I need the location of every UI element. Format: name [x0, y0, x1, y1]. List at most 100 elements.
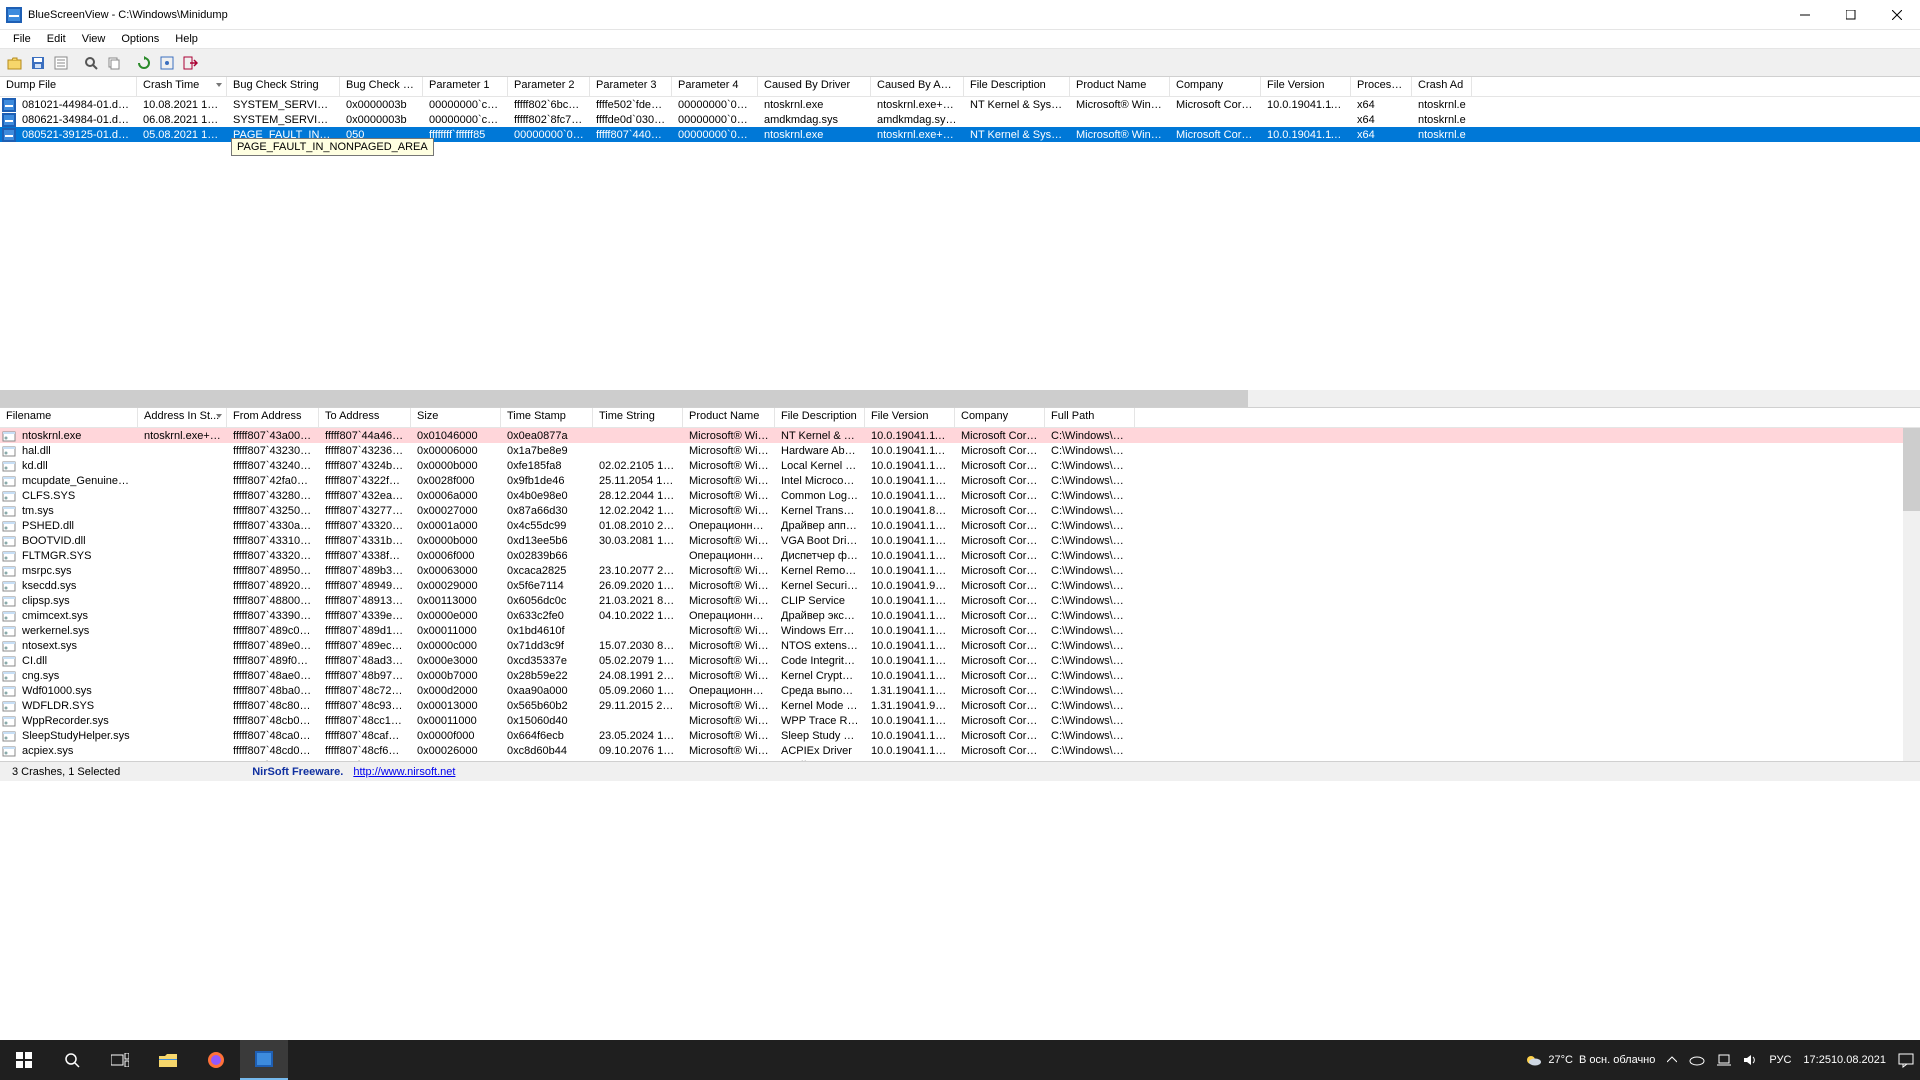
- driver-row[interactable]: SleepStudyHelper.sysfffff807`48ca0000fff…: [0, 728, 1920, 743]
- menu-help[interactable]: Help: [168, 32, 205, 46]
- tool-copy-icon[interactable]: [103, 52, 125, 74]
- crash-col-3[interactable]: Bug Check Code: [340, 77, 423, 96]
- tray-chevron-icon[interactable]: [1661, 1040, 1683, 1080]
- minimize-button[interactable]: [1782, 0, 1828, 30]
- close-button[interactable]: [1874, 0, 1920, 30]
- driver-row[interactable]: cng.sysfffff807`48ae0000fffff807`48b9700…: [0, 668, 1920, 683]
- explorer-button[interactable]: [144, 1040, 192, 1080]
- driver-col-6[interactable]: Time String: [593, 408, 683, 427]
- driver-col-11[interactable]: Full Path: [1045, 408, 1135, 427]
- firefox-button[interactable]: [192, 1040, 240, 1080]
- crash-col-5[interactable]: Parameter 2: [508, 77, 590, 96]
- driver-col-0[interactable]: Filename: [0, 408, 138, 427]
- search-button[interactable]: [48, 1040, 96, 1080]
- bluescreenview-button[interactable]: [240, 1040, 288, 1080]
- maximize-button[interactable]: [1828, 0, 1874, 30]
- driver-row[interactable]: werkernel.sysfffff807`489c0000fffff807`4…: [0, 623, 1920, 638]
- tray-clock[interactable]: 17:25 10.08.2021: [1797, 1040, 1892, 1080]
- tool-find-icon[interactable]: [80, 52, 102, 74]
- crash-col-4[interactable]: Parameter 1: [423, 77, 508, 96]
- driver-row[interactable]: PSHED.dllfffff807`4330a000fffff807`43320…: [0, 518, 1920, 533]
- tool-save-icon[interactable]: [27, 52, 49, 74]
- driver-col-3[interactable]: To Address: [319, 408, 411, 427]
- driver-row[interactable]: CI.dllfffff807`489f0000fffff807`48ad3000…: [0, 653, 1920, 668]
- tray-onedrive-icon[interactable]: [1683, 1040, 1711, 1080]
- crash-col-7[interactable]: Parameter 4: [672, 77, 758, 96]
- hscrollbar[interactable]: [0, 390, 1920, 407]
- cell: fffff807`4322f000: [319, 475, 411, 487]
- driver-row[interactable]: ntosext.sysfffff807`489e0000fffff807`489…: [0, 638, 1920, 653]
- cell: C:\Windows\syste...: [1045, 640, 1135, 652]
- driver-row[interactable]: Wdf01000.sysfffff807`48ba0000fffff807`48…: [0, 683, 1920, 698]
- driver-row[interactable]: clipsp.sysfffff807`48800000fffff807`4891…: [0, 593, 1920, 608]
- crash-col-14[interactable]: Processor: [1351, 77, 1412, 96]
- cell: 0x00011000: [411, 715, 501, 727]
- driver-row[interactable]: hal.dllfffff807`43230000fffff807`4323600…: [0, 443, 1920, 458]
- start-button[interactable]: [0, 1040, 48, 1080]
- driver-row[interactable]: CLFS.SYSfffff807`43280000fffff807`432ea0…: [0, 488, 1920, 503]
- driver-col-5[interactable]: Time Stamp: [501, 408, 593, 427]
- crash-col-10[interactable]: File Description: [964, 77, 1070, 96]
- titlebar[interactable]: BlueScreenView - C:\Windows\Minidump: [0, 0, 1920, 30]
- driver-col-8[interactable]: File Description: [775, 408, 865, 427]
- driver-row[interactable]: BOOTVID.dllfffff807`43310000fffff807`433…: [0, 533, 1920, 548]
- driver-col-9[interactable]: File Version: [865, 408, 955, 427]
- driver-row[interactable]: kd.dllfffff807`43240000fffff807`4324b000…: [0, 458, 1920, 473]
- menu-options[interactable]: Options: [114, 32, 166, 46]
- tool-refresh-icon[interactable]: [133, 52, 155, 74]
- driver-row[interactable]: msrpc.sysfffff807`48950000fffff807`489b3…: [0, 563, 1920, 578]
- cell: 0x6056dc0c: [501, 595, 593, 607]
- crashes-header[interactable]: Dump FileCrash TimeBug Check StringBug C…: [0, 77, 1920, 97]
- driver-row[interactable]: mssecflt.sysfffff807`48d00000fffff807`48…: [0, 758, 1920, 761]
- tray-network-icon[interactable]: [1711, 1040, 1737, 1080]
- tool-properties-icon[interactable]: [50, 52, 72, 74]
- driver-col-10[interactable]: Company: [955, 408, 1045, 427]
- driver-row[interactable]: tm.sysfffff807`43250000fffff807`43277000…: [0, 503, 1920, 518]
- crash-col-13[interactable]: File Version: [1261, 77, 1351, 96]
- vscrollbar[interactable]: [1903, 428, 1920, 761]
- driver-row[interactable]: WDFLDR.SYSfffff807`48c80000fffff807`48c9…: [0, 698, 1920, 713]
- menu-edit[interactable]: Edit: [40, 32, 73, 46]
- driver-col-7[interactable]: Product Name: [683, 408, 775, 427]
- status-link[interactable]: http://www.nirsoft.net: [353, 766, 455, 778]
- crash-col-2[interactable]: Bug Check String: [227, 77, 340, 96]
- tray-volume-icon[interactable]: [1737, 1040, 1763, 1080]
- crash-col-9[interactable]: Caused By Address: [871, 77, 964, 96]
- crash-col-6[interactable]: Parameter 3: [590, 77, 672, 96]
- crash-row[interactable]: 081021-44984-01.dmp10.08.2021 16:55:35SY…: [0, 97, 1920, 112]
- tool-open-icon[interactable]: [4, 52, 26, 74]
- menu-view[interactable]: View: [75, 32, 113, 46]
- taskview-button[interactable]: [96, 1040, 144, 1080]
- crash-col-11[interactable]: Product Name: [1070, 77, 1170, 96]
- driver-col-1[interactable]: Address In St...: [138, 408, 227, 427]
- driver-row[interactable]: acpiex.sysfffff807`48cd0000fffff807`48cf…: [0, 743, 1920, 758]
- crash-col-8[interactable]: Caused By Driver: [758, 77, 871, 96]
- tray-notifications-icon[interactable]: [1892, 1040, 1920, 1080]
- driver-row[interactable]: ntoskrnl.exentoskrnl.exe+41ecf1fffff807`…: [0, 428, 1920, 443]
- driver-row[interactable]: WppRecorder.sysfffff807`48cb0000fffff807…: [0, 713, 1920, 728]
- driver-col-4[interactable]: Size: [411, 408, 501, 427]
- drivers-body[interactable]: ntoskrnl.exentoskrnl.exe+41ecf1fffff807`…: [0, 428, 1920, 761]
- menu-file[interactable]: File: [6, 32, 38, 46]
- driver-row[interactable]: cmimcext.sysfffff807`43390000fffff807`43…: [0, 608, 1920, 623]
- crash-col-15[interactable]: Crash Ad: [1412, 77, 1472, 96]
- taskbar[interactable]: 27°C В осн. облачно РУС 17:25 10.08.2021: [0, 1040, 1920, 1080]
- weather-widget[interactable]: 27°C В осн. облачно: [1518, 1040, 1661, 1080]
- tool-options-icon[interactable]: [156, 52, 178, 74]
- driver-row[interactable]: FLTMGR.SYSfffff807`43320000fffff807`4338…: [0, 548, 1920, 563]
- cell: 10.08.2021 16:55:35: [137, 99, 227, 111]
- crash-col-0[interactable]: Dump File: [0, 77, 137, 96]
- cell: BOOTVID.dll: [16, 535, 138, 547]
- tray-lang[interactable]: РУС: [1763, 1040, 1797, 1080]
- tool-exit-icon[interactable]: [179, 52, 201, 74]
- driver-row[interactable]: mcupdate_GenuineIntel.dllfffff807`42fa00…: [0, 473, 1920, 488]
- cell: 10.0.19041.1110 (W...: [1261, 129, 1351, 141]
- crash-col-1[interactable]: Crash Time: [137, 77, 227, 96]
- driver-col-2[interactable]: From Address: [227, 408, 319, 427]
- drivers-header[interactable]: FilenameAddress In St...From AddressTo A…: [0, 408, 1920, 428]
- crash-row[interactable]: 080621-34984-01.dmp06.08.2021 13:47:02SY…: [0, 112, 1920, 127]
- system-tray[interactable]: 27°C В осн. облачно РУС 17:25 10.08.2021: [1518, 1040, 1920, 1080]
- crash-col-12[interactable]: Company: [1170, 77, 1261, 96]
- driver-row[interactable]: ksecdd.sysfffff807`48920000fffff807`4894…: [0, 578, 1920, 593]
- driver-icon: [2, 624, 16, 638]
